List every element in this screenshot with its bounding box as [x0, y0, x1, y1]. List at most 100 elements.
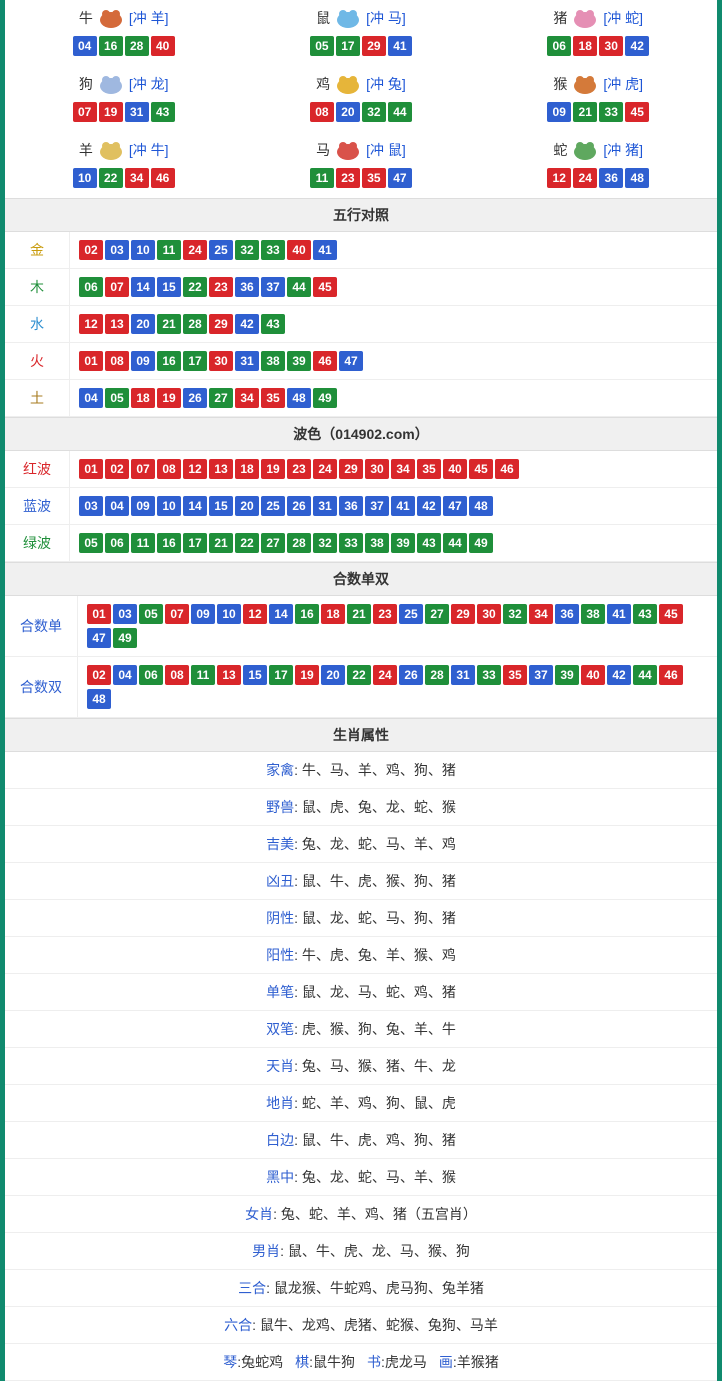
attr-value: 兔、龙、蛇、马、羊、猴 [302, 1169, 456, 1185]
attr-sep: : [294, 799, 302, 815]
row-numbers: 0103050709101214161821232527293032343638… [78, 596, 718, 657]
number-badge: 33 [599, 102, 623, 122]
zodiac-conflict: [冲 虎] [603, 74, 643, 94]
zodiac-name: 马 [316, 140, 330, 160]
wuxing-header: 五行对照 [5, 198, 717, 232]
zodiac-numbers: 09213345 [480, 100, 717, 124]
number-badge: 22 [347, 665, 371, 685]
number-badge: 23 [336, 168, 360, 188]
table-row: 合数双0204060811131517192022242628313335373… [5, 657, 717, 718]
number-badge: 26 [399, 665, 423, 685]
number-badge: 37 [529, 665, 553, 685]
row-label: 合数双 [5, 657, 78, 718]
attr-sep: : [294, 984, 302, 1000]
number-badge: 48 [287, 388, 311, 408]
number-badge: 27 [209, 388, 233, 408]
number-badge: 16 [157, 351, 181, 371]
number-badge: 17 [183, 533, 207, 553]
attr-sep: : [294, 910, 302, 926]
number-badge: 29 [451, 604, 475, 624]
number-badge: 19 [295, 665, 319, 685]
four-arts-value: 虎龙马 [385, 1354, 427, 1370]
number-badge: 12 [547, 168, 571, 188]
number-badge: 49 [113, 628, 137, 648]
four-arts-item: 书:虎龙马 [367, 1352, 427, 1372]
number-badge: 17 [269, 665, 293, 685]
number-badge: 13 [217, 665, 241, 685]
number-badge: 06 [139, 665, 163, 685]
number-badge: 02 [87, 665, 111, 685]
number-badge: 29 [362, 36, 386, 56]
table-row: 红波0102070812131819232429303435404546 [5, 451, 717, 488]
number-badge: 46 [659, 665, 683, 685]
number-badge: 04 [79, 388, 103, 408]
attr-key: 吉美 [266, 836, 294, 852]
zodiac-name: 蛇 [553, 140, 567, 160]
attr-sep: : [273, 1206, 281, 1222]
number-badge: 20 [336, 102, 360, 122]
attr-value: 鼠牛、龙鸡、虎猪、蛇猴、兔狗、马羊 [260, 1317, 498, 1333]
row-label: 蓝波 [5, 488, 70, 525]
number-badge: 03 [105, 240, 129, 260]
zodiac-name: 鼠 [316, 8, 330, 28]
attr-row: 双笔: 虎、猴、狗、兔、羊、牛 [5, 1011, 717, 1048]
zodiac-name: 羊 [79, 140, 93, 160]
number-badge: 16 [99, 36, 123, 56]
number-badge: 37 [261, 277, 285, 297]
attr-row: 男肖: 鼠、牛、虎、龙、马、猴、狗 [5, 1233, 717, 1270]
number-badge: 30 [477, 604, 501, 624]
number-badge: 33 [339, 533, 363, 553]
table-row: 蓝波03040910141520252631363741424748 [5, 488, 717, 525]
attr-sep: : [294, 1095, 302, 1111]
zodiac-cell: 羊[冲 牛]10223446 [5, 132, 242, 198]
number-badge: 46 [495, 459, 519, 479]
number-badge: 01 [87, 604, 111, 624]
number-badge: 04 [105, 496, 129, 516]
number-badge: 41 [313, 240, 337, 260]
number-badge: 40 [443, 459, 467, 479]
zodiac-icon [332, 138, 364, 162]
zodiac-icon [95, 72, 127, 96]
attr-row: 野兽: 鼠、虎、兔、龙、蛇、猴 [5, 789, 717, 826]
attr-sep: : [280, 1243, 288, 1259]
four-arts-key: 画 [439, 1354, 453, 1370]
number-badge: 21 [573, 102, 597, 122]
attr-sep: : [266, 1280, 274, 1296]
number-badge: 20 [131, 314, 155, 334]
number-badge: 06 [547, 36, 571, 56]
four-arts-item: 棋:鼠牛狗 [295, 1352, 355, 1372]
row-label: 绿波 [5, 525, 70, 562]
attr-value: 鼠、龙、蛇、马、狗、猪 [302, 910, 456, 926]
zodiac-icon [332, 6, 364, 30]
attr-key: 凶丑 [266, 873, 294, 889]
number-badge: 11 [191, 665, 215, 685]
number-badge: 40 [581, 665, 605, 685]
zodiac-cell: 马[冲 鼠]11233547 [242, 132, 479, 198]
number-badge: 24 [313, 459, 337, 479]
number-badge: 47 [339, 351, 363, 371]
number-badge: 22 [235, 533, 259, 553]
number-badge: 05 [105, 388, 129, 408]
number-badge: 17 [183, 351, 207, 371]
zodiac-icon [569, 72, 601, 96]
zodiac-numbers: 07193143 [5, 100, 242, 124]
attr-key: 天肖 [266, 1058, 294, 1074]
number-badge: 35 [261, 388, 285, 408]
number-badge: 42 [607, 665, 631, 685]
zodiac-conflict: [冲 猪] [603, 140, 643, 160]
zodiac-name: 猴 [553, 74, 567, 94]
attr-value: 牛、马、羊、鸡、狗、猪 [302, 762, 456, 778]
number-badge: 35 [503, 665, 527, 685]
number-badge: 19 [99, 102, 123, 122]
number-badge: 09 [131, 496, 155, 516]
attr-value: 鼠、虎、兔、龙、蛇、猴 [302, 799, 456, 815]
row-numbers: 04051819262734354849 [70, 380, 718, 417]
row-label: 金 [5, 232, 70, 269]
row-label: 水 [5, 306, 70, 343]
number-badge: 07 [105, 277, 129, 297]
zodiac-cell: 猴 [冲 虎] 09213345 [480, 66, 717, 132]
page-container: 牛[冲 羊]04162840鼠[冲 马]05172941猪[冲 蛇]061830… [0, 0, 722, 1381]
table-row: 火0108091617303138394647 [5, 343, 717, 380]
attr-key: 六合 [224, 1317, 252, 1333]
attr-row: 六合: 鼠牛、龙鸡、虎猪、蛇猴、兔狗、马羊 [5, 1307, 717, 1344]
